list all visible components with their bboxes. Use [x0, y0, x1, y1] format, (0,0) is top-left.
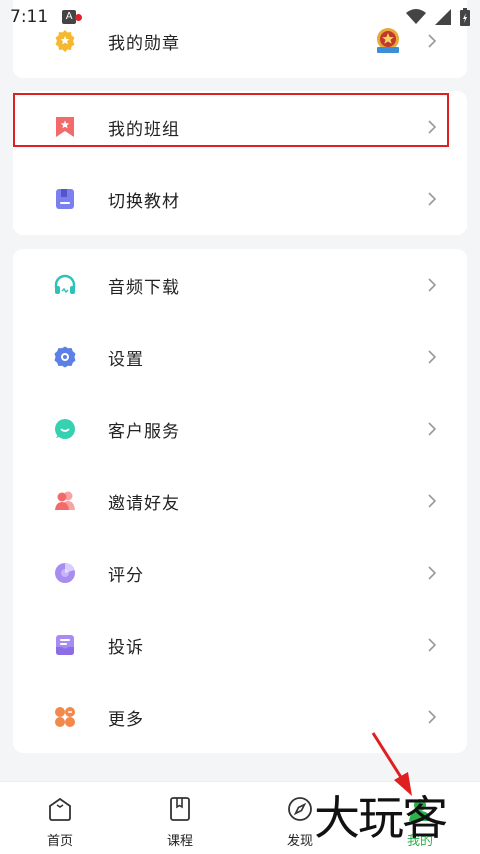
gear-icon [54, 346, 76, 368]
notification-app-letter: A [65, 11, 73, 22]
signal-icon [435, 9, 451, 25]
tab-courses[interactable]: 课程 [120, 782, 240, 854]
annotation-arrow-icon [371, 732, 412, 796]
headphones-icon [54, 274, 76, 294]
chevron-right-icon [428, 710, 437, 724]
textbook-icon [56, 189, 74, 209]
grid-more-icon [55, 707, 75, 727]
menu-item-rating[interactable]: 评分 [13, 537, 467, 609]
menu-item-label: 投诉 [108, 637, 144, 658]
bookmark-star-icon [56, 117, 74, 137]
menu-item-invite-friends[interactable]: 邀请好友 [13, 465, 467, 537]
class-card: 我的班组 切换教材 [13, 91, 467, 235]
chevron-right-icon [428, 34, 437, 48]
chevron-right-icon [428, 192, 437, 206]
menu-item-switch-textbook[interactable]: 切换教材 [13, 163, 467, 235]
chevron-right-icon [428, 422, 437, 436]
tab-label: 首页 [46, 834, 73, 849]
notification-app-icon: A [62, 10, 83, 24]
menu-item-label: 评分 [108, 565, 144, 586]
wifi-icon [406, 9, 426, 24]
menu-item-customer-service[interactable]: 客户服务 [13, 393, 467, 465]
menu-item-my-class[interactable]: 我的班组 [13, 91, 467, 163]
status-time: 7:11 [10, 7, 49, 27]
chevron-right-icon [428, 638, 437, 652]
chevron-right-icon [428, 120, 437, 134]
battery-icon [460, 8, 470, 26]
pie-rating-icon [55, 563, 75, 583]
chevron-right-icon [428, 350, 437, 364]
menu-item-label: 邀请好友 [108, 493, 180, 514]
book-icon [170, 797, 190, 821]
menu-item-label: 客户服务 [108, 421, 180, 442]
menu-item-settings[interactable]: 设置 [13, 321, 467, 393]
status-bar: 7:11 A [0, 0, 480, 34]
menu-item-label: 音频下载 [108, 277, 180, 298]
chat-bubble-icon [55, 419, 75, 439]
tab-label: 课程 [166, 834, 193, 849]
home-icon [49, 797, 71, 821]
menu-item-complaint[interactable]: 投诉 [13, 609, 467, 681]
users-icon [55, 491, 75, 510]
menu-item-label: 设置 [108, 349, 144, 370]
menu-item-label: 我的班组 [108, 119, 180, 140]
inbox-icon [56, 635, 74, 655]
menu-item-label: 切换教材 [108, 191, 180, 212]
menu-item-audio-download[interactable]: 音频下载 [13, 249, 467, 321]
chevron-right-icon [428, 278, 437, 292]
menu-item-label: 更多 [108, 709, 144, 730]
chevron-right-icon [428, 566, 437, 580]
settings-card: 音频下载 设置 客户服务 邀请好友 评分 投诉 更多 [13, 249, 467, 753]
tab-home[interactable]: 首页 [0, 782, 120, 854]
notification-dot [75, 14, 83, 21]
compass-icon [288, 797, 312, 821]
chevron-right-icon [428, 494, 437, 508]
